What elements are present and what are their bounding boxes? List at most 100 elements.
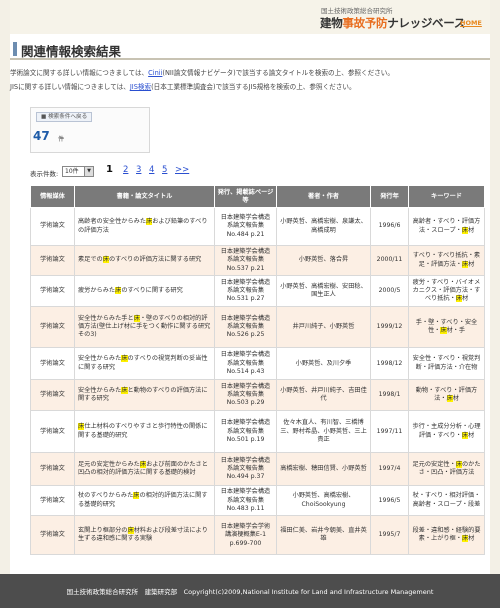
title-text: 仕上材料のすべりやすさと歩行特性の関係に関する基礎的研究	[78, 423, 208, 439]
title-marker	[13, 42, 17, 56]
cell-author: 小野英哲、高橋宏樹、泉謙太、高橋成明	[276, 207, 371, 246]
table-row: 学術論文 床仕上材料のすべりやすさと歩行特性の関係に関する基礎的研究 日本建築学会構…	[30, 410, 485, 454]
table-row: 学術論文 安全性からみた手と床・壁のすべりの相対的評価方法(壁仕上げ材に手をつく動…	[30, 306, 485, 349]
logo-text-accent: 事故予防	[342, 16, 388, 30]
keyword-text: 安全性・すべり・視覚判断・評価方法・介在物	[412, 355, 481, 371]
cell-keywords: すべり・すべり抵抗・素足・評価方法・床材	[408, 244, 485, 277]
keyword-text: 材	[452, 395, 459, 403]
table-row: 学術論文 足元の安定性からみた床および前面のかたさと凹凸の相対的評価方法に関する基…	[30, 452, 485, 487]
title-text: 疲労からみた	[78, 287, 116, 295]
per-page-select[interactable]: 10件 ▼	[62, 166, 94, 177]
cell-media: 学術論文	[30, 244, 75, 277]
cell-publication: 日本建築学会構造系論文報告集 No.503 p.29	[214, 379, 277, 412]
cell-keywords: 高齢者・すべり・評価方法・スロープ・床材	[408, 207, 485, 246]
intro-cinii: 学術論文に関する詳しい情報につきましては、Cinii(NII論文情報ナビゲータ)…	[10, 67, 394, 77]
site-footer: 国土技術政策総合研究所 建築研究部 Copyright(c)2009,Natio…	[0, 574, 500, 608]
intro-jis: JISに関する詳しい情報につきましては、JIS検索(日本工業標準調査会)で該当す…	[10, 81, 356, 91]
cell-title[interactable]: 安全性からみた床のすべりの視覚判断の妥当性に関する研究	[74, 347, 215, 381]
cell-title[interactable]: 安全性からみた床と動物のすべりの評価方法に関する研究	[74, 379, 215, 412]
cell-title[interactable]: 高齢者の安全性からみた床および鉛筆のすべりの評価方法	[74, 207, 215, 246]
keyword-text: 杖・すべり・相対評価・高齢者・スロープ・段差	[412, 492, 481, 508]
site-header: 国土技術政策総合研究所 建物事故予防ナレッジベース HOME	[10, 0, 490, 34]
table-row: 学術論文 安全性からみた床のすべりの視覚判断の妥当性に関する研究 日本建築学会構造系…	[30, 347, 485, 381]
page-title-bar: 関連情報検索結果	[10, 38, 490, 60]
cell-author: 小野英哲、高橋宏樹、ChoiSookyung	[276, 485, 371, 517]
cell-year: 1996/5	[370, 485, 409, 517]
cell-year: 1996/6	[370, 207, 409, 246]
cell-author: 小野英哲、落合昇	[276, 244, 371, 277]
page-link[interactable]: 2	[123, 165, 128, 175]
cell-keywords: 安全性・すべり・視覚判断・評価方法・介在物	[408, 347, 485, 381]
cell-author: 井戸川純子、小野英哲	[276, 306, 371, 349]
cell-media: 学術論文	[30, 306, 75, 349]
cell-media: 学術論文	[30, 275, 75, 308]
title-text: 高齢者の安全性からみた	[78, 218, 147, 226]
cell-publication: 日本建築学会構造系論文報告集 No.484 p.21	[214, 207, 277, 246]
column-header: 発行年	[370, 185, 409, 208]
home-link[interactable]: HOME	[460, 19, 482, 27]
cell-media: 学術論文	[30, 485, 75, 517]
cell-publication: 日本建築学会構造系論文報告集 No.494 p.37	[214, 452, 277, 487]
intro-text: JISに関する詳しい情報につきましては、	[10, 83, 130, 91]
column-header: キーワード	[408, 185, 485, 208]
column-header: 書籍・論文タイトル	[74, 185, 215, 208]
site-logo[interactable]: 建物事故予防ナレッジベース	[320, 15, 465, 31]
cell-keywords: 歩行・主成分分析・心理評価・すべり・床材	[408, 410, 485, 454]
cell-year: 1999/12	[370, 306, 409, 349]
cell-media: 学術論文	[30, 410, 75, 454]
cell-title[interactable]: 床仕上材料のすべりやすさと歩行特性の関係に関する基礎的研究	[74, 410, 215, 454]
page-title: 関連情報検索結果	[21, 44, 122, 59]
cell-author: 福田仁美、岩井今朝美、直井英雄	[276, 515, 371, 556]
keyword-text: 疲労・すべり・バイオメカニクス・評価方法・すべり抵抗・	[412, 278, 481, 303]
cell-media: 学術論文	[30, 452, 75, 487]
cell-title[interactable]: 素足での床のすべりの評価方法に関する研究	[74, 244, 215, 277]
cell-media: 学術論文	[30, 379, 75, 412]
page-link[interactable]: 5	[162, 165, 167, 175]
cell-keywords: 杖・すべり・相対評価・高齢者・スロープ・段差	[408, 485, 485, 517]
cell-keywords: 足元の安定性・床のかたさ・凹凸・評価方法	[408, 452, 485, 487]
title-text: 安全性からみた	[78, 355, 122, 363]
cell-title[interactable]: 杖のすべりからみた床の相対的評価方法に関する基礎的研究	[74, 485, 215, 517]
title-text: 杖のすべりからみた	[78, 492, 134, 500]
cell-publication: 日本建築学会学術講演梗概集E-1 p.699-700	[214, 515, 277, 556]
table-header-row: 情報媒体 書籍・論文タイトル 発行、掲載誌ページ等 著者・作者 発行年 キーワー…	[30, 185, 485, 208]
back-to-search-button[interactable]: ■ 検索条件へ戻る	[36, 112, 93, 122]
title-text: 安全性からみた手と	[78, 314, 134, 322]
cell-publication: 日本建築学会構造系論文報告集 No.526 p.25	[214, 306, 277, 349]
intro-text: 学術論文に関する詳しい情報につきましては、	[10, 69, 149, 77]
table-row: 学術論文 高齢者の安全性からみた床および鉛筆のすべりの評価方法 日本建築学会構造系論…	[30, 207, 485, 246]
title-text: 足元の安定性からみた	[78, 460, 140, 468]
cell-author: 小野英哲、高橋宏樹、安田稔、国生正人	[276, 275, 371, 308]
cell-title[interactable]: 玄関上り框部分の床材料および段差寸法により生ずる違和感に関する実験	[74, 515, 215, 556]
result-count: 47	[33, 129, 50, 143]
per-page-value: 10件	[65, 168, 79, 175]
cell-title[interactable]: 安全性からみた手と床・壁のすべりの相対的評価方法(壁仕上げ材に手をつく動作に関す…	[74, 306, 215, 349]
cell-year: 1998/12	[370, 347, 409, 381]
cell-keywords: 段差・違和感・経験的要素・上がり框・床材	[408, 515, 485, 556]
cell-publication: 日本建築学会構造系論文報告集 No.537 p.21	[214, 244, 277, 277]
cell-publication: 日本建築学会構造系論文報告集 No.483 p.11	[214, 485, 277, 517]
table-row: 学術論文 杖のすべりからみた床の相対的評価方法に関する基礎的研究 日本建築学会構造系…	[30, 485, 485, 517]
cell-year: 1995/7	[370, 515, 409, 556]
keyword-text: 材	[467, 226, 475, 234]
next-page-link[interactable]: >>	[175, 165, 189, 175]
page-link[interactable]: 4	[149, 165, 154, 175]
column-header: 著者・作者	[276, 185, 371, 208]
cell-title[interactable]: 足元の安定性からみた床および前面のかたさと凹凸の相対的評価方法に関する基礎的検討	[74, 452, 215, 487]
jis-link[interactable]: JIS検索	[130, 83, 151, 91]
cell-media: 学術論文	[30, 207, 75, 246]
institute-name: 国土技術政策総合研究所	[321, 7, 393, 15]
table-row: 学術論文 素足での床のすべりの評価方法に関する研究 日本建築学会構造系論文報告集 N…	[30, 244, 485, 277]
title-text: のすべりの評価方法に関する研究	[108, 256, 202, 264]
back-label: 検索条件へ戻る	[48, 114, 88, 120]
cinii-link[interactable]: Cinii	[148, 69, 162, 77]
cell-keywords: 疲労・すべり・バイオメカニクス・評価方法・すべり抵抗・床材	[408, 275, 485, 308]
keyword-text: 材	[468, 260, 475, 268]
results-table: 情報媒体 書籍・論文タイトル 発行、掲載誌ページ等 著者・作者 発行年 キーワー…	[30, 185, 485, 556]
cell-title[interactable]: 疲労からみた床のすべりに関する研究	[74, 275, 215, 308]
copyright-text: 国土技術政策総合研究所 建築研究部 Copyright(c)2009,Natio…	[66, 588, 434, 596]
intro-text: (NII論文情報ナビゲータ)で該当する論文タイトルを検索の上、参照ください。	[162, 69, 394, 77]
cell-media: 学術論文	[30, 515, 75, 556]
page-link[interactable]: 3	[136, 165, 141, 175]
cell-year: 2000/5	[370, 275, 409, 308]
